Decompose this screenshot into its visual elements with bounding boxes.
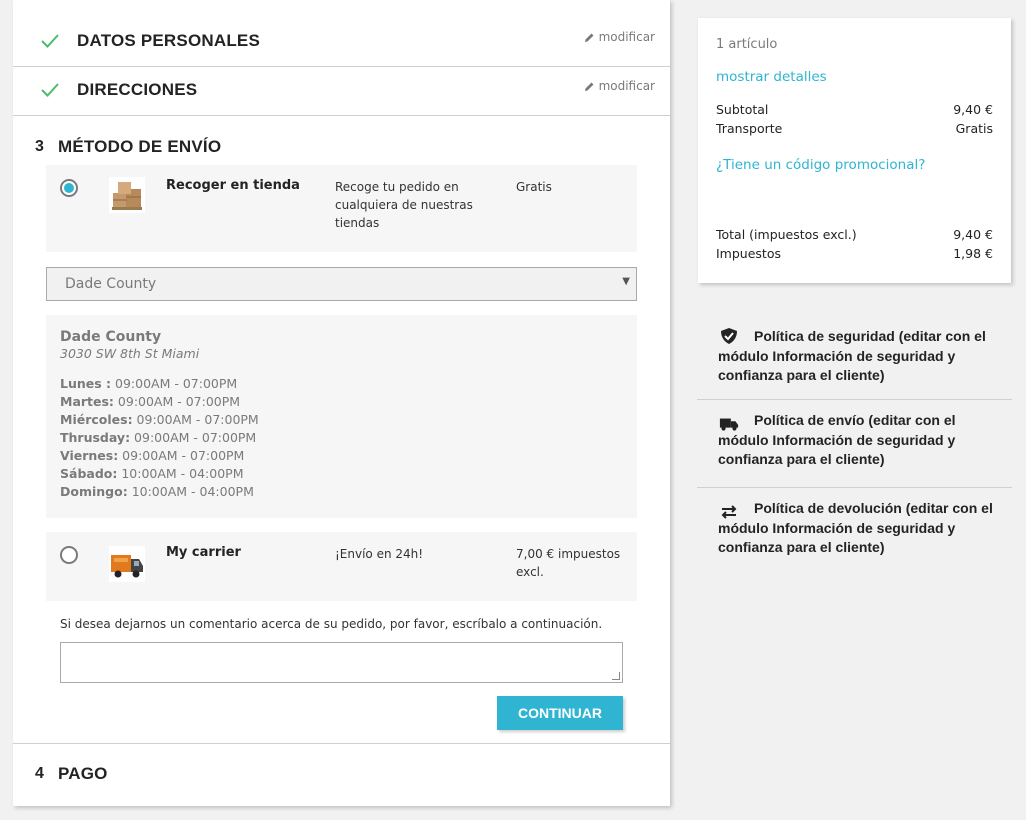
hours-day: Martes: bbox=[60, 394, 114, 409]
carrier-option-my-carrier[interactable]: My carrier ¡Envío en 24h! 7,00 € impuest… bbox=[46, 532, 637, 601]
step-number-payment: 4 bbox=[35, 765, 44, 782]
carrier-name: My carrier bbox=[166, 545, 241, 560]
total-row: Total (impuestos excl.) 9,40 € bbox=[716, 227, 993, 242]
store-name: Dade County bbox=[60, 329, 162, 345]
hours-day: Viernes: bbox=[60, 448, 119, 463]
carrier-radio-my-carrier[interactable] bbox=[60, 546, 78, 564]
step-title-shipping: MÉTODO DE ENVÍO bbox=[58, 137, 222, 156]
hours-row: Viernes: 09:00AM - 07:00PM bbox=[60, 447, 623, 465]
hours-time: 10:00AM - 04:00PM bbox=[127, 484, 254, 499]
shipping-value: Gratis bbox=[955, 121, 993, 136]
boxes-icon bbox=[109, 177, 145, 213]
comment-label: Si desea dejarnos un comentario acerca d… bbox=[60, 617, 603, 631]
divider bbox=[13, 743, 670, 744]
carrier-price: 7,00 € impuestos excl. bbox=[516, 547, 621, 579]
check-icon bbox=[41, 83, 59, 97]
step-title-personal: DATOS PERSONALES bbox=[77, 31, 260, 50]
hours-time: 10:00AM - 04:00PM bbox=[117, 466, 244, 481]
carrier-description: Recoge tu pedido en cualquiera de nuestr… bbox=[335, 180, 473, 230]
carrier-description: ¡Envío en 24h! bbox=[335, 547, 424, 561]
chevron-down-icon: ▼ bbox=[622, 276, 630, 287]
reassurance-text: Política de envío (editar con el módulo … bbox=[718, 412, 956, 467]
hours-time: 09:00AM - 07:00PM bbox=[118, 448, 245, 463]
taxes-label: Impuestos bbox=[716, 246, 781, 261]
hours-row: Sábado: 10:00AM - 04:00PM bbox=[60, 465, 623, 483]
carrier-radio-pickup[interactable] bbox=[60, 179, 78, 197]
step-number-shipping: 3 bbox=[35, 138, 44, 155]
taxes-value: 1,98 € bbox=[953, 246, 993, 261]
hours-row: Martes: 09:00AM - 07:00PM bbox=[60, 393, 623, 411]
hours-row: Lunes : 09:00AM - 07:00PM bbox=[60, 375, 623, 393]
step-title-payment: PAGO bbox=[58, 764, 108, 783]
comment-textarea[interactable] bbox=[60, 642, 623, 683]
carrier-price: Gratis bbox=[516, 180, 552, 194]
hours-day: Lunes : bbox=[60, 376, 112, 391]
step-title-addresses: DIRECCIONES bbox=[77, 80, 198, 99]
store-info: Dade County 3030 SW 8th St Miami Lunes :… bbox=[46, 315, 637, 518]
shipping-label: Transporte bbox=[716, 121, 783, 136]
subtotal-row: Subtotal 9,40 € bbox=[716, 102, 993, 117]
promo-code-link[interactable]: ¿Tiene un código promocional? bbox=[716, 157, 925, 173]
continue-button[interactable]: CONTINUAR bbox=[497, 696, 623, 730]
subtotal-label: Subtotal bbox=[716, 102, 769, 117]
reassurance-shipping: Política de envío (editar con el módulo … bbox=[697, 400, 1012, 488]
step-personal-info[interactable]: DATOS PERSONALES modificar bbox=[13, 0, 670, 67]
hours-row: Miércoles: 09:00AM - 07:00PM bbox=[60, 411, 623, 429]
pencil-icon bbox=[584, 33, 594, 42]
taxes-row: Impuestos 1,98 € bbox=[716, 246, 993, 261]
show-details-link[interactable]: mostrar detalles bbox=[716, 69, 827, 85]
checkout-steps-panel: DATOS PERSONALES modificar DIRECCIONES m… bbox=[13, 0, 670, 806]
total-value: 9,40 € bbox=[953, 227, 993, 242]
subtotal-value: 9,40 € bbox=[953, 102, 993, 117]
reassurance-security: Política de seguridad (editar con el mód… bbox=[697, 316, 1012, 400]
hours-time: 09:00AM - 07:00PM bbox=[111, 376, 238, 391]
modify-personal-link[interactable]: modificar bbox=[584, 30, 655, 44]
modify-label: modificar bbox=[598, 79, 655, 93]
hours-day: Domingo: bbox=[60, 484, 128, 499]
shipping-row: Transporte Gratis bbox=[716, 121, 993, 136]
modify-label: modificar bbox=[598, 30, 655, 44]
hours-day: Miércoles: bbox=[60, 412, 133, 427]
hours-time: 09:00AM - 07:00PM bbox=[130, 430, 257, 445]
reassurance-text: Política de seguridad (editar con el mód… bbox=[718, 328, 986, 383]
total-label: Total (impuestos excl.) bbox=[716, 227, 857, 242]
store-hours: Lunes : 09:00AM - 07:00PM Martes: 09:00A… bbox=[60, 375, 623, 501]
pencil-icon bbox=[584, 82, 594, 91]
reassurance-text: Política de devolución (editar con el mó… bbox=[718, 500, 993, 555]
reassurance-returns: Política de devolución (editar con el mó… bbox=[697, 488, 1012, 572]
hours-time: 09:00AM - 07:00PM bbox=[113, 394, 241, 409]
store-select[interactable]: Dade County ▼ bbox=[46, 267, 637, 301]
check-icon bbox=[41, 34, 59, 48]
hours-row: Thrusday: 09:00AM - 07:00PM bbox=[60, 429, 623, 447]
store-select-value: Dade County bbox=[65, 276, 157, 292]
hours-day: Sábado: bbox=[60, 466, 118, 481]
carrier-option-pickup[interactable]: Recoger en tienda Recoge tu pedido en cu… bbox=[46, 165, 637, 252]
carrier-name: Recoger en tienda bbox=[166, 178, 300, 193]
step-addresses[interactable]: DIRECCIONES modificar bbox=[13, 67, 670, 116]
truck-icon bbox=[109, 546, 145, 582]
cart-summary: 1 artículo mostrar detalles Subtotal 9,4… bbox=[698, 18, 1011, 283]
hours-time: 09:00AM - 07:00PM bbox=[132, 412, 259, 427]
resize-handle[interactable] bbox=[612, 672, 620, 680]
modify-addresses-link[interactable]: modificar bbox=[584, 79, 655, 93]
store-address: 3030 SW 8th St Miami bbox=[60, 346, 200, 361]
hours-day: Thrusday: bbox=[60, 430, 131, 445]
hours-row: Domingo: 10:00AM - 04:00PM bbox=[60, 483, 623, 501]
items-count: 1 artículo bbox=[716, 37, 778, 52]
